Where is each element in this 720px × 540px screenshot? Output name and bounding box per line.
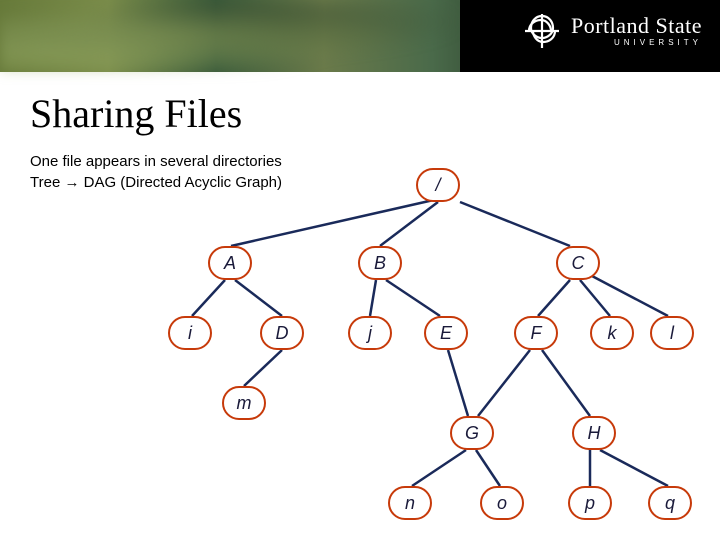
- logo-main-text: Portland State: [571, 15, 702, 37]
- node-C: C: [556, 246, 600, 280]
- node-B: B: [358, 246, 402, 280]
- node-k: k: [590, 316, 634, 350]
- node-A: A: [208, 246, 252, 280]
- node-i: i: [168, 316, 212, 350]
- node-l: l: [650, 316, 694, 350]
- node-D: D: [260, 316, 304, 350]
- node-m: m: [222, 386, 266, 420]
- header-banner: Portland State UNIVERSITY: [0, 0, 720, 72]
- node-H: H: [572, 416, 616, 450]
- node-q: q: [648, 486, 692, 520]
- node-o: o: [480, 486, 524, 520]
- dag-edges: [0, 160, 720, 540]
- university-logo: Portland State UNIVERSITY: [523, 12, 702, 50]
- node-F: F: [514, 316, 558, 350]
- node-G: G: [450, 416, 494, 450]
- node-root: /: [416, 168, 460, 202]
- node-p: p: [568, 486, 612, 520]
- logo-mark-icon: [523, 12, 561, 50]
- node-n: n: [388, 486, 432, 520]
- slide-title: Sharing Files: [30, 90, 720, 137]
- banner-photo-blur: [0, 0, 460, 72]
- logo-sub-text: UNIVERSITY: [571, 39, 702, 47]
- node-E: E: [424, 316, 468, 350]
- dag-diagram: / A B C i D j E F k l m G H n o p q: [0, 160, 720, 540]
- node-j: j: [348, 316, 392, 350]
